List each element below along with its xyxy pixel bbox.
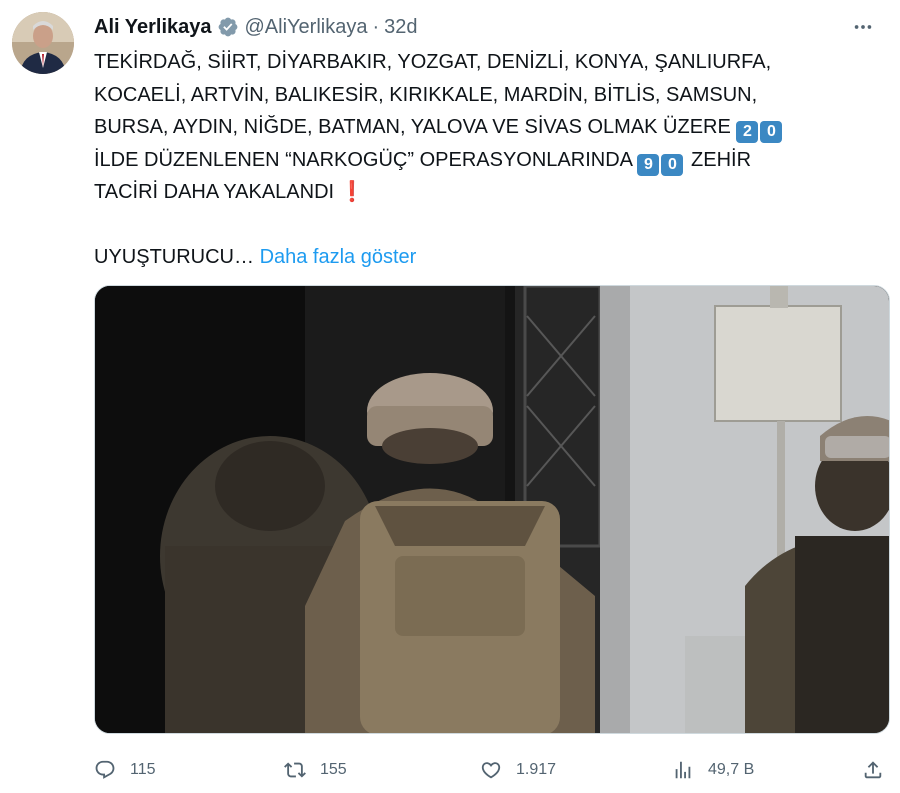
keycap-digit: 0 <box>661 153 684 176</box>
retweet-button[interactable]: 155 <box>284 752 347 788</box>
views-icon <box>675 761 691 779</box>
show-more-link[interactable]: Daha fazla göster <box>260 246 417 268</box>
separator-dot: · <box>372 15 380 38</box>
avatar[interactable] <box>12 12 74 74</box>
keycap-digit: 9 <box>637 153 660 176</box>
share-icon <box>864 761 882 779</box>
views-button[interactable]: 49,7 B <box>672 752 754 788</box>
keycap-digit: 0 <box>760 121 783 143</box>
verified-badge-icon <box>217 16 239 38</box>
tweet-header: Ali Yerlikaya @AliYerlikaya · 32d <box>94 13 880 41</box>
like-button[interactable]: 1.917 <box>480 752 556 788</box>
tweet-line: İLDE DÜZENLENEN “NARKOGÜÇ” OPERASYONLARI… <box>94 144 884 177</box>
video-frame <box>95 286 889 733</box>
avatar-image <box>12 12 74 74</box>
retweet-icon <box>284 762 306 778</box>
tweet-text: TEKİRDAĞ, SİİRT, DİYARBAKIR, YOZGAT, DEN… <box>94 46 884 273</box>
views-count: 49,7 B <box>708 761 755 778</box>
tweet-line-text: ZEHİR <box>691 148 752 171</box>
tweet-line: KOCAELİ, ARTVİN, BALIKESİR, KIRIKKALE, M… <box>94 83 758 106</box>
tweet-line: BURSA, AYDIN, NİĞDE, BATMAN, YALOVA VE S… <box>94 111 884 144</box>
author-name[interactable]: Ali Yerlikaya <box>94 16 212 39</box>
author-handle[interactable]: @AliYerlikaya <box>245 16 368 39</box>
tweet-line-text: BURSA, AYDIN, NİĞDE, BATMAN, YALOVA VE S… <box>94 116 731 138</box>
reply-icon <box>95 760 115 779</box>
truncated-text: UYUŞTURUCU… <box>94 245 254 268</box>
reply-button[interactable]: 115 <box>94 752 156 788</box>
reply-count: 115 <box>130 761 156 778</box>
retweet-count: 155 <box>320 761 347 778</box>
exclamation-icon: ❗ <box>339 181 365 203</box>
tweet-timestamp[interactable]: 32d <box>384 16 417 39</box>
heart-icon <box>481 762 501 779</box>
tweet-actions: 115 155 1.917 49,7 B <box>94 752 890 788</box>
tweet-line-text: İLDE DÜZENLENEN “NARKOGÜÇ” OPERASYONLARI… <box>94 148 632 171</box>
more-icon[interactable] <box>846 13 880 41</box>
tweet-line: TACİRİ DAHA YAKALANDI ❗ <box>94 176 884 209</box>
tweet-line: TEKİRDAĞ, SİİRT, DİYARBAKIR, YOZGAT, DEN… <box>94 51 772 73</box>
like-count: 1.917 <box>516 761 557 778</box>
tweet-line: UYUŞTURUCU… Daha fazla göster <box>94 241 884 274</box>
share-button[interactable] <box>862 752 884 788</box>
keycap-digit: 2 <box>736 121 759 143</box>
tweet-video[interactable] <box>94 285 890 734</box>
tweet-line-text: TACİRİ DAHA YAKALANDI <box>94 181 335 203</box>
